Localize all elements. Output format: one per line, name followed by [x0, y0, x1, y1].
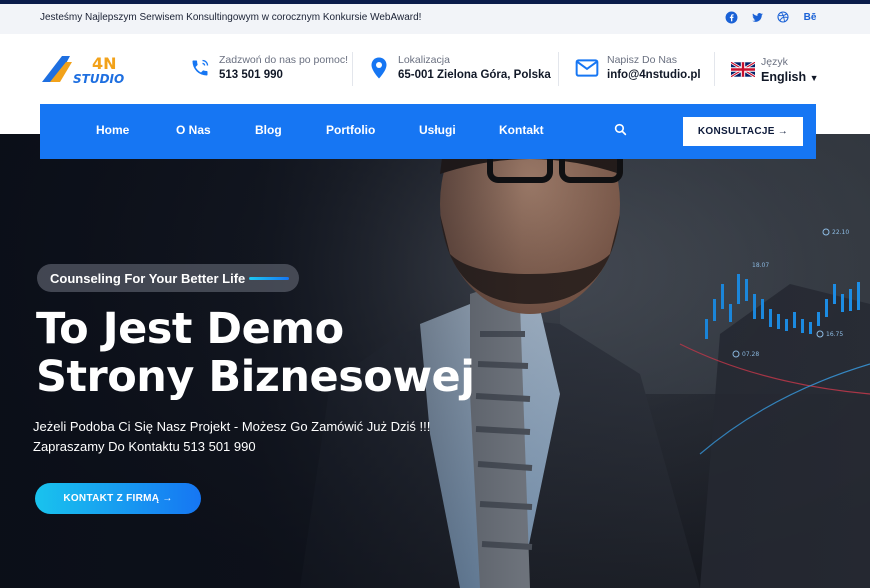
main-navigation: Home O Nas Blog Portfolio Usługi Kontakt… — [40, 104, 816, 159]
chevron-down-icon: ▼ — [809, 73, 819, 83]
nav-item-uslugi[interactable]: Usługi — [419, 123, 456, 137]
hero-desc-line2: Zapraszamy Do Kontaktu 513 501 990 — [33, 439, 256, 454]
hero-description: Jeżeli Podoba Ci Się Nasz Projekt - Może… — [33, 417, 430, 457]
nav-item-blog[interactable]: Blog — [255, 123, 282, 137]
nav-item-home[interactable]: Home — [96, 123, 129, 137]
logo[interactable]: 4N STUDIO — [40, 52, 140, 88]
hero-desc-line1: Jeżeli Podoba Ci Się Nasz Projekt - Może… — [33, 419, 431, 434]
email-info: Napisz Do Nas info@4nstudio.pl — [575, 54, 701, 81]
top-bar: Jesteśmy Najlepszym Serwisem Konsultingo… — [0, 4, 870, 34]
phone-label: Zadzwoń do nas po pomoc! — [219, 54, 348, 66]
location-label: Lokalizacja — [398, 54, 450, 66]
logo-text-top: 4N — [92, 54, 117, 73]
topbar-message: Jesteśmy Najlepszym Serwisem Konsultingo… — [40, 12, 422, 23]
location-value: 65-001 Zielona Góra, Polska — [398, 69, 551, 81]
phone-value[interactable]: 513 501 990 — [219, 69, 348, 81]
nav-item-portfolio[interactable]: Portfolio — [326, 123, 375, 137]
uk-flag-icon — [730, 61, 756, 84]
hero-title-line1: To Jest Demo — [36, 304, 344, 354]
location-pin-icon — [368, 55, 390, 81]
email-label: Napisz Do Nas — [607, 54, 678, 66]
facebook-icon[interactable] — [724, 10, 738, 24]
nav-item-o-nas[interactable]: O Nas — [176, 123, 211, 137]
behance-icon[interactable]: Bē — [802, 10, 818, 24]
nav-item-kontakt[interactable]: Kontakt — [499, 123, 544, 137]
social-links: Bē — [724, 10, 818, 24]
header-divider — [714, 52, 715, 86]
phone-info: Zadzwoń do nas po pomoc! 513 501 990 — [189, 54, 348, 81]
dribbble-icon[interactable] — [776, 10, 790, 24]
badge-accent-line — [249, 277, 290, 280]
consultation-button[interactable]: KONSULTACJE → — [683, 117, 803, 146]
search-icon[interactable] — [614, 123, 628, 137]
contact-company-button[interactable]: KONTAKT Z FIRMĄ → — [35, 483, 201, 514]
language-label: Język — [761, 56, 788, 68]
location-info: Lokalizacja 65-001 Zielona Góra, Polska — [368, 54, 551, 81]
logo-text-bottom: STUDIO — [73, 72, 124, 86]
header-divider — [352, 52, 353, 86]
email-value[interactable]: info@4nstudio.pl — [607, 69, 701, 81]
twitter-icon[interactable] — [750, 10, 764, 24]
language-value: English — [761, 70, 807, 84]
hero-title-line2: Strony Biznesowej — [36, 352, 475, 402]
envelope-icon — [575, 55, 599, 81]
language-selector[interactable]: Język English ▼ — [730, 56, 819, 84]
phone-icon — [189, 55, 211, 81]
hero-badge: Counseling For Your Better Life — [37, 264, 300, 292]
hero-title: To Jest Demo Strony Biznesowej — [36, 304, 475, 402]
hero-badge-text: Counseling For Your Better Life — [50, 270, 246, 286]
header-divider — [558, 52, 559, 86]
